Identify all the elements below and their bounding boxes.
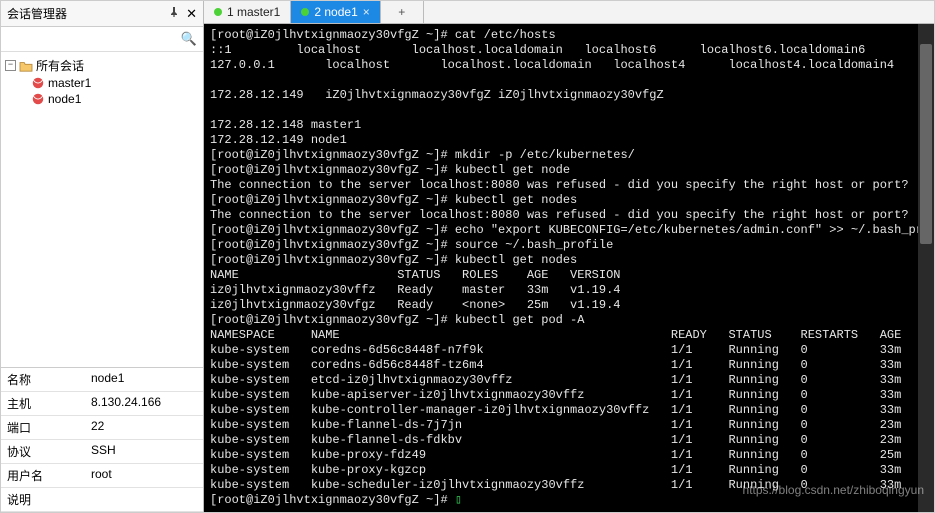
tree-session-label: node1 [48,92,81,106]
prop-key: 用户名 [1,464,85,487]
status-dot-icon [301,8,309,16]
app-root: 会话管理器 ✕ 🔍 − 所有会话 [0,0,935,513]
right-panel: 1 master1 2 node1 × + [root@iZ0jlhvtxign… [204,1,934,512]
session-manager-title: 会话管理器 [7,5,67,22]
tab-label: 2 node1 [314,5,357,19]
prop-key: 主机 [1,392,85,415]
plus-icon: + [398,5,405,19]
prop-row-desc: 说明 [1,488,203,512]
terminal-cursor: ▯ [455,493,462,507]
prop-row-name: 名称 node1 [1,368,203,392]
prop-value: SSH [85,440,203,463]
folder-icon [19,60,33,72]
session-tree: − 所有会话 master1 node1 [1,52,203,111]
prop-value: node1 [85,368,203,391]
session-manager-header: 会话管理器 ✕ [1,1,203,27]
prop-value: 22 [85,416,203,439]
prop-row-user: 用户名 root [1,464,203,488]
prop-value: 8.130.24.166 [85,392,203,415]
prop-key: 协议 [1,440,85,463]
prop-value [85,488,203,511]
terminal-scrollbar[interactable] [918,24,934,512]
search-icon[interactable]: 🔍 [181,31,197,47]
status-dot-icon [214,8,222,16]
prop-key: 名称 [1,368,85,391]
prop-key: 说明 [1,488,85,511]
pin-icon[interactable] [168,6,180,21]
session-search-input[interactable] [5,30,199,48]
tree-session-master1[interactable]: master1 [3,75,201,91]
prop-row-protocol: 协议 SSH [1,440,203,464]
tab-master1[interactable]: 1 master1 [204,1,291,23]
tab-node1[interactable]: 2 node1 × [291,1,380,23]
session-search-row: 🔍 [1,27,203,52]
tree-session-node1[interactable]: node1 [3,91,201,107]
session-icon [31,92,45,106]
left-panel: 会话管理器 ✕ 🔍 − 所有会话 [1,1,204,512]
tree-root-label: 所有会话 [36,57,84,74]
session-icon [31,76,45,90]
tab-add[interactable]: + [381,1,424,23]
tab-close-icon[interactable]: × [363,5,370,19]
prop-value: root [85,464,203,487]
terminal[interactable]: [root@iZ0jlhvtxignmaozy30vfgZ ~]# cat /e… [204,24,934,512]
tree-root-row[interactable]: − 所有会话 [3,56,201,75]
prop-row-port: 端口 22 [1,416,203,440]
tab-label: 1 master1 [227,5,280,19]
session-properties: 名称 node1 主机 8.130.24.166 端口 22 协议 SSH 用户… [1,367,203,512]
terminal-output: [root@iZ0jlhvtxignmaozy30vfgZ ~]# cat /e… [210,28,934,507]
tree-collapse-icon[interactable]: − [5,60,16,71]
prop-row-host: 主机 8.130.24.166 [1,392,203,416]
tab-bar: 1 master1 2 node1 × + [204,1,934,24]
close-icon[interactable]: ✕ [186,7,197,20]
scroll-thumb[interactable] [920,44,932,244]
prop-key: 端口 [1,416,85,439]
tree-session-label: master1 [48,76,91,90]
